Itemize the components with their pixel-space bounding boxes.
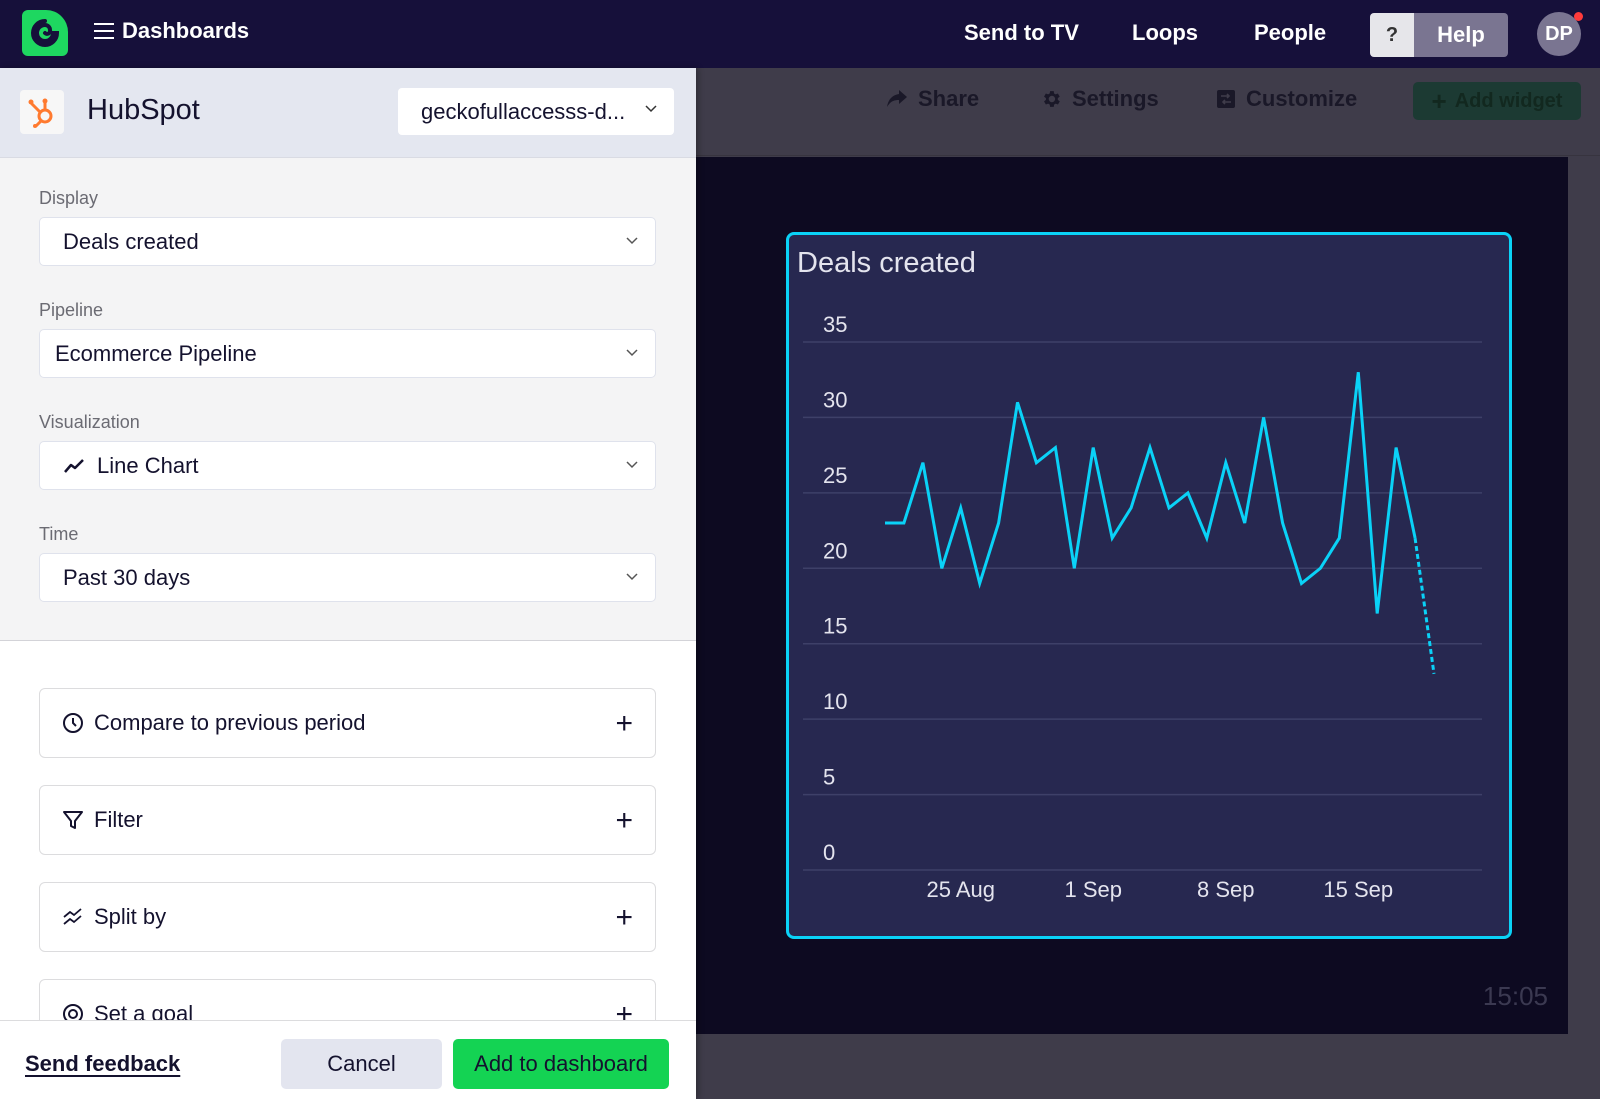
dashboard-clock: 15:05 <box>1482 981 1548 1011</box>
help-label: Help <box>1414 13 1508 57</box>
compare-label: Compare to previous period <box>94 710 366 735</box>
split-by-option[interactable]: Split by + <box>39 882 656 952</box>
line-chart-icon <box>64 458 84 473</box>
chevron-down-icon <box>645 105 657 113</box>
display-label: Display <box>39 188 99 208</box>
settings-button[interactable]: Settings <box>1040 86 1159 112</box>
display-value: Deals created <box>63 228 199 254</box>
line-chart: 0 5 10 15 20 25 30 35 25 Aug 1 Sep 8 Sep 15 Sep <box>803 312 1482 902</box>
y-tick-label: 30 <box>823 387 847 412</box>
y-tick-label: 5 <box>823 765 835 790</box>
account-select[interactable]: geckofullaccesss-d... <box>398 88 674 135</box>
panel-footer: Send feedback Cancel Add to dashboard <box>0 1020 696 1099</box>
nav-people[interactable]: People <box>1254 20 1326 46</box>
nav-loops[interactable]: Loops <box>1132 20 1198 46</box>
y-tick-label: 35 <box>823 312 847 337</box>
account-value: geckofullaccesss-d... <box>421 98 626 124</box>
time-value: Past 30 days <box>63 564 191 590</box>
x-tick-label: 8 Sep <box>1197 877 1255 902</box>
split-by-label: Split by <box>94 904 167 929</box>
visualization-value: Line Chart <box>97 452 199 478</box>
dashboards-label: Dashboards <box>122 18 250 43</box>
time-label: Time <box>39 524 79 544</box>
time-select[interactable]: Past 30 days <box>39 553 656 602</box>
y-tick-label: 0 <box>823 840 835 865</box>
config-fields: Display Deals created Pipeline Ecommerce… <box>39 188 656 636</box>
y-tick-label: 25 <box>823 463 847 488</box>
add-to-dashboard-button[interactable]: Add to dashboard <box>453 1039 669 1089</box>
share-label: Share <box>918 86 980 111</box>
series-line-incomplete <box>1413 537 1436 675</box>
nav-send-to-tv[interactable]: Send to TV <box>964 20 1079 46</box>
dashboard-canvas: Deals created 0 5 10 15 20 25 30 35 25 Aug 1 Sep 8… <box>696 157 1568 1034</box>
pipeline-select[interactable]: Ecommerce Pipeline <box>39 329 656 378</box>
integration-title: HubSpot <box>87 94 200 126</box>
dashboards-menu-button[interactable]: Dashboards <box>94 18 249 44</box>
dashboard-toolbar: Share Settings Customize + Add widget <box>696 68 1600 156</box>
pipeline-value: Ecommerce Pipeline <box>55 340 257 366</box>
visualization-select[interactable]: Line Chart <box>39 441 656 490</box>
cancel-button[interactable]: Cancel <box>281 1039 442 1089</box>
help-button[interactable]: ? Help <box>1370 13 1508 57</box>
top-nav-bar: Dashboards Send to TV Loops People ? Hel… <box>0 0 1600 68</box>
x-tick-label: 15 Sep <box>1323 877 1393 902</box>
clock-icon <box>63 713 83 733</box>
visualization-label: Visualization <box>39 412 140 432</box>
widget-config-panel: HubSpot geckofullaccesss-d... Display De… <box>0 68 696 1099</box>
share-arrow-icon <box>887 90 907 107</box>
filter-label: Filter <box>94 807 143 832</box>
x-tick-label: 1 Sep <box>1064 877 1122 902</box>
logo-swirl-icon <box>31 19 60 47</box>
split-lines-icon <box>63 908 82 925</box>
chevron-down-icon <box>626 237 638 245</box>
y-tick-label: 15 <box>823 614 847 639</box>
send-feedback-link[interactable]: Send feedback <box>25 1051 180 1077</box>
gear-icon <box>1044 91 1060 107</box>
add-widget-button[interactable]: + Add widget <box>1413 82 1581 120</box>
pipeline-label: Pipeline <box>39 300 104 320</box>
y-tick-label: 20 <box>823 538 847 563</box>
settings-label: Settings <box>1072 86 1159 111</box>
x-tick-label: 25 Aug <box>926 877 995 902</box>
hamburger-icon <box>94 23 114 39</box>
filter-option[interactable]: Filter + <box>39 785 656 855</box>
plus-icon: + <box>615 804 633 837</box>
chevron-down-icon <box>626 349 638 357</box>
line-chart-widget[interactable]: Deals created 0 5 10 15 20 25 30 35 25 Aug 1 Sep 8… <box>786 232 1512 939</box>
hubspot-logo-icon <box>20 90 64 134</box>
filter-funnel-icon <box>63 811 83 829</box>
plus-icon: + <box>615 707 633 740</box>
panel-header: HubSpot geckofullaccesss-d... <box>0 68 696 158</box>
plus-icon: + <box>1431 85 1447 116</box>
chevron-down-icon <box>626 461 638 469</box>
customize-label: Customize <box>1246 86 1358 111</box>
geckoboard-logo[interactable] <box>22 10 68 56</box>
compare-option[interactable]: Compare to previous period + <box>39 688 656 758</box>
question-icon: ? <box>1370 13 1414 57</box>
display-select[interactable]: Deals created <box>39 217 656 266</box>
notification-dot <box>1574 12 1583 21</box>
share-button[interactable]: Share <box>886 86 979 112</box>
plus-icon: + <box>615 901 633 934</box>
y-tick-label: 10 <box>823 689 847 714</box>
chevron-down-icon <box>626 573 638 581</box>
customize-icon <box>1217 90 1235 108</box>
customize-button[interactable]: Customize <box>1216 86 1357 112</box>
add-widget-label: Add widget <box>1454 89 1563 112</box>
